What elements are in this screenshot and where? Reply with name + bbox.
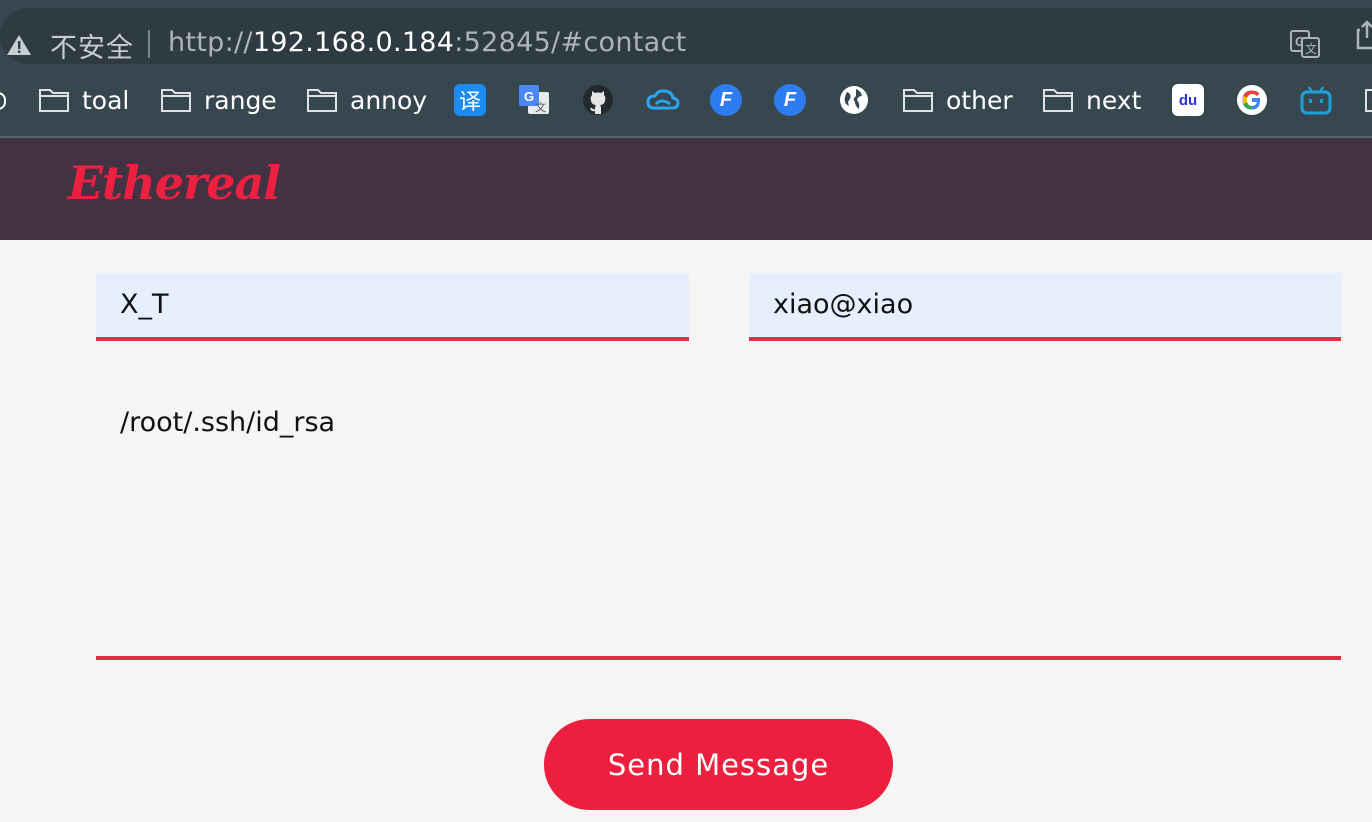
name-value: X_T <box>120 289 169 320</box>
bookmark-folder-other[interactable]: other <box>902 82 1013 118</box>
bilibili-icon <box>1300 86 1332 115</box>
folder-icon <box>307 89 337 112</box>
svg-text:文: 文 <box>1305 41 1317 56</box>
bookmark-translate-cn[interactable]: 译 <box>454 82 486 118</box>
bookmark-f-app-2[interactable]: F <box>774 82 806 118</box>
translate-icon[interactable]: G文 <box>1290 30 1320 63</box>
google-translate-icon: G文 <box>519 85 549 114</box>
bookmark-baidu[interactable]: du <box>1172 82 1204 118</box>
folder-icon <box>1043 89 1073 112</box>
bookmark-label: annoy <box>350 85 428 115</box>
bookmark-label: next <box>1086 85 1142 115</box>
warning-icon[interactable] <box>6 34 32 61</box>
bookmark-label: range <box>204 85 277 115</box>
bookmark-folder-overflow[interactable] <box>1364 82 1372 118</box>
message-value: /root/.ssh/id_rsa <box>120 407 336 438</box>
bookmark-google-translate[interactable]: G文 <box>518 82 550 118</box>
url-scheme: http:// <box>168 27 253 58</box>
svg-text:文: 文 <box>535 100 546 114</box>
baidu-icon: du <box>1172 84 1204 116</box>
translate-cn-icon: 译 <box>454 84 486 116</box>
share-icon[interactable] <box>1356 20 1372 55</box>
email-field[interactable]: xiao@xiao <box>749 273 1341 341</box>
bookmark-globe[interactable] <box>838 82 870 118</box>
f-app-icon: F <box>710 84 742 116</box>
bookmark-github[interactable] <box>582 82 614 118</box>
message-textarea[interactable]: /root/.ssh/id_rsa <box>96 372 1341 660</box>
bookmark-label: toal <box>82 85 130 115</box>
site-header: Ethereal <box>0 138 1372 240</box>
bookmark-cloud[interactable] <box>646 82 680 118</box>
url-host: 192.168.0.184 <box>252 27 455 58</box>
bookmark-folder-next[interactable]: next <box>1042 82 1141 118</box>
bookmark-folder-toal[interactable]: toal <box>38 82 129 118</box>
bookmark-f-app-1[interactable]: F <box>710 82 742 118</box>
folder-icon <box>39 89 69 112</box>
bookmark-folder-annoy[interactable]: annoy <box>306 82 427 118</box>
omnibox[interactable]: 不安全 http://192.168.0.184:52845/#contact … <box>0 8 1372 64</box>
github-icon <box>583 85 613 115</box>
url-text[interactable]: http://192.168.0.184:52845/#contact <box>168 27 687 58</box>
f-app-icon: F <box>774 84 806 116</box>
overflow-chevron-icon[interactable] <box>0 92 6 110</box>
email-value: xiao@xiao <box>773 289 914 320</box>
folder-icon <box>903 89 933 112</box>
bookmark-folder-range[interactable]: range <box>160 82 277 118</box>
url-path: :52845/#contact <box>454 27 687 58</box>
folder-icon <box>161 89 191 112</box>
name-field[interactable]: X_T <box>96 273 689 341</box>
cloud-icon <box>646 89 680 110</box>
site-logo[interactable]: Ethereal <box>68 156 281 210</box>
bookmark-bilibili[interactable] <box>1300 82 1332 118</box>
browser-toolbar: 不安全 http://192.168.0.184:52845/#contact … <box>0 0 1372 66</box>
google-icon <box>1237 85 1267 115</box>
folder-icon <box>1365 89 1372 112</box>
separator <box>148 30 150 58</box>
bookmarks-bar: toal range annoy 译 G文 F F other next du <box>0 66 1372 138</box>
svg-text:G: G <box>524 89 534 104</box>
globe-icon <box>840 86 868 114</box>
send-message-button[interactable]: Send Message <box>544 719 893 810</box>
insecure-label[interactable]: 不安全 <box>50 26 134 65</box>
bookmark-google[interactable] <box>1236 82 1268 118</box>
bookmark-label: other <box>946 85 1013 115</box>
